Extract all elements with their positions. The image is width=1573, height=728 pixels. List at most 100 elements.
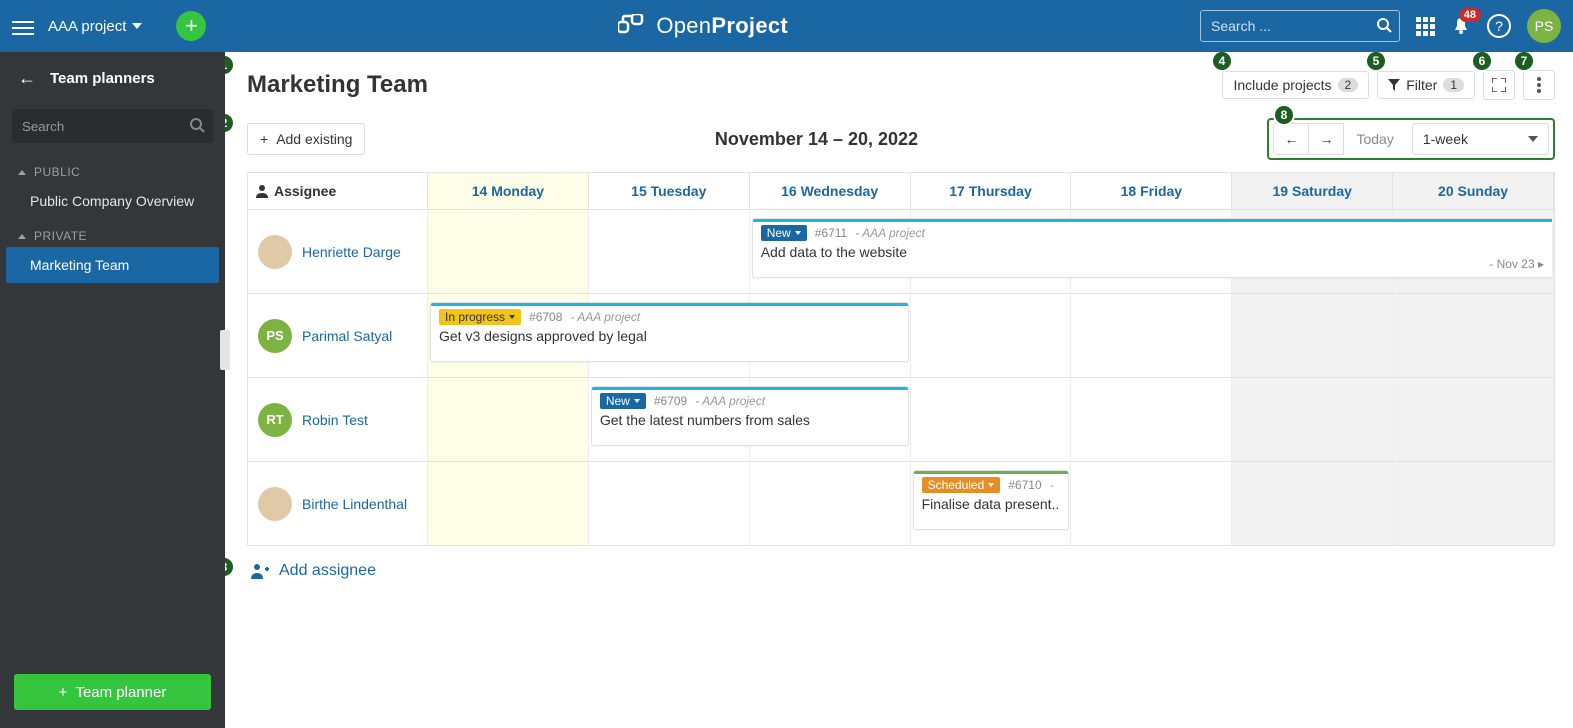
more-menu-button[interactable] <box>1523 70 1555 100</box>
search-icon <box>1376 17 1392 33</box>
status-badge[interactable]: Scheduled <box>922 477 1001 493</box>
date-range-label: November 14 – 20, 2022 <box>715 129 918 150</box>
sidebar-title: Team planners <box>50 70 155 87</box>
back-icon[interactable]: ← <box>18 68 36 89</box>
logo-icon <box>618 14 646 38</box>
chevron-up-icon <box>18 234 26 239</box>
sidebar-item-public-overview[interactable]: Public Company Overview <box>0 183 225 219</box>
assignee-cell: RT Robin Test <box>248 378 428 461</box>
planner-grid: Assignee 14 Monday 15 Tuesday 16 Wednesd… <box>247 172 1555 546</box>
callout-4: 4 <box>1211 52 1233 72</box>
assignee-link[interactable]: Henriette Darge <box>302 244 401 260</box>
plus-icon: + <box>260 131 268 147</box>
day-cell[interactable] <box>428 210 589 293</box>
filter-button[interactable]: Filter 1 <box>1377 71 1475 99</box>
day-cell[interactable] <box>428 378 589 461</box>
modules-icon[interactable] <box>1416 17 1435 36</box>
day-cell[interactable] <box>1393 294 1554 377</box>
avatar <box>258 487 292 521</box>
sidebar-search-input[interactable] <box>12 109 213 143</box>
wp-project: - AAA project <box>855 226 925 240</box>
status-badge[interactable]: In progress <box>439 309 521 325</box>
wp-end-date: - Nov 23 ▸ <box>1489 257 1544 271</box>
help-button[interactable]: ? <box>1487 14 1511 38</box>
work-package-card[interactable]: New #6709- AAA projectGet the latest num… <box>591 386 909 446</box>
avatar: RT <box>258 403 292 437</box>
day-cell[interactable] <box>911 378 1072 461</box>
day-cell[interactable] <box>750 462 911 545</box>
include-projects-button[interactable]: Include projects 2 <box>1222 71 1369 99</box>
day-cell[interactable] <box>1393 462 1554 545</box>
create-team-planner-button[interactable]: + Team planner <box>14 674 211 710</box>
status-badge[interactable]: New <box>761 225 807 241</box>
assignee-link[interactable]: Robin Test <box>302 412 368 428</box>
day-cell[interactable] <box>1071 462 1232 545</box>
callout-7: 7 <box>1513 52 1535 72</box>
work-package-card[interactable]: New #6711- AAA projectAdd data to the we… <box>752 218 1552 278</box>
project-selector[interactable]: AAA project <box>48 18 142 35</box>
sidebar-section-public[interactable]: PUBLIC <box>0 155 225 183</box>
day-header: 14 Monday <box>428 173 589 209</box>
day-cell[interactable] <box>1071 378 1232 461</box>
day-header: 18 Friday <box>1071 173 1232 209</box>
day-header: 17 Thursday <box>911 173 1072 209</box>
topbar: AAA project + OpenProject 48 ? PS <box>0 0 1573 52</box>
assignee-link[interactable]: Birthe Lindenthal <box>302 496 407 512</box>
wp-id: #6709 <box>654 394 687 408</box>
day-cell[interactable] <box>1393 378 1554 461</box>
person-icon <box>256 184 268 198</box>
notification-count: 48 <box>1459 8 1481 22</box>
next-button[interactable]: → <box>1309 123 1344 155</box>
range-select[interactable]: 1-week <box>1412 123 1549 155</box>
day-cell[interactable] <box>1232 294 1393 377</box>
wp-project: - AAA project <box>570 310 640 324</box>
fullscreen-button[interactable] <box>1483 70 1515 100</box>
page-title: Marketing Team <box>247 71 428 99</box>
work-package-card[interactable]: Scheduled #6710-Finalise data present.. <box>913 470 1070 530</box>
kebab-icon <box>1537 77 1541 93</box>
work-package-card[interactable]: In progress #6708 - AAA project Get v3 des… <box>430 302 909 362</box>
add-existing-button[interactable]: + Add existing <box>247 123 365 155</box>
day-header: 16 Wednesday <box>750 173 911 209</box>
day-cell[interactable] <box>428 462 589 545</box>
assignee-cell: Birthe Lindenthal <box>248 462 428 545</box>
assignee-row: Birthe Lindenthal Scheduled #6710-Finalis… <box>248 461 1554 545</box>
day-cell[interactable] <box>1071 294 1232 377</box>
main-content: 1 2 3 4 5 6 7 8 Marketing Team Include p… <box>225 52 1573 728</box>
search-input[interactable] <box>1200 10 1400 42</box>
chevron-down-icon <box>1528 136 1538 142</box>
status-badge[interactable]: New <box>600 393 646 409</box>
chevron-down-icon <box>132 23 142 29</box>
global-create-button[interactable]: + <box>176 11 206 41</box>
sidebar-section-private[interactable]: PRIVATE <box>0 219 225 247</box>
callout-5: 5 <box>1365 52 1387 72</box>
callout-1: 1 <box>225 54 235 76</box>
add-assignee-button[interactable]: Add assignee <box>247 546 1555 596</box>
callout-6: 6 <box>1471 52 1493 72</box>
day-cell[interactable] <box>1232 462 1393 545</box>
user-avatar[interactable]: PS <box>1527 9 1561 43</box>
day-header: 19 Saturday <box>1232 173 1393 209</box>
day-cell[interactable] <box>1232 378 1393 461</box>
global-search[interactable] <box>1200 10 1400 42</box>
brand-text: OpenProject <box>656 13 788 39</box>
day-cell[interactable] <box>589 210 750 293</box>
today-button[interactable]: Today <box>1344 131 1405 147</box>
include-projects-count: 2 <box>1338 78 1359 92</box>
assignee-row: Henriette Darge New #6711- AAA projectAdd… <box>248 209 1554 293</box>
wp-title: Get the latest numbers from sales <box>600 412 900 428</box>
filter-icon <box>1388 79 1400 91</box>
wp-id: #6708 <box>529 310 562 324</box>
assignee-link[interactable]: Parimal Satyal <box>302 328 392 344</box>
notifications-button[interactable]: 48 <box>1451 16 1471 36</box>
prev-button[interactable]: ← <box>1273 123 1309 155</box>
assignee-cell: Henriette Darge <box>248 210 428 293</box>
add-person-icon <box>251 563 269 579</box>
avatar <box>258 235 292 269</box>
wp-title: Get v3 designs approved by legal <box>439 328 900 344</box>
menu-toggle-icon[interactable] <box>12 17 34 35</box>
sidebar-item-marketing-team[interactable]: Marketing Team <box>6 247 219 283</box>
day-cell[interactable] <box>911 294 1072 377</box>
wp-project: - <box>1050 478 1054 492</box>
day-cell[interactable] <box>589 462 750 545</box>
